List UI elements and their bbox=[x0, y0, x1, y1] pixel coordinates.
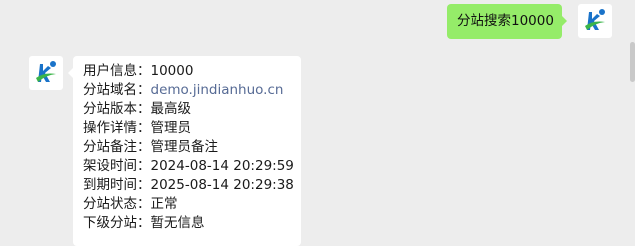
info-row-operation: 操作详情：管理员 bbox=[83, 119, 301, 138]
info-row-domain: 分站域名：demo.jindianhuo.cn bbox=[83, 81, 301, 100]
info-value: 正常 bbox=[150, 196, 178, 212]
info-value: 10000 bbox=[150, 63, 194, 79]
info-value: 最高级 bbox=[150, 101, 192, 117]
info-value: 2024-08-14 20:29:59 bbox=[150, 158, 294, 174]
user-avatar[interactable] bbox=[578, 4, 612, 38]
info-row-expire-time: 到期时间：2025-08-14 20:29:38 bbox=[83, 176, 301, 195]
info-row-version: 分站版本：最高级 bbox=[83, 100, 301, 119]
info-label: 分站备注： bbox=[83, 139, 151, 155]
info-row-subsites: 下级分站：暂无信息 bbox=[83, 214, 301, 233]
info-row-remark: 分站备注：管理员备注 bbox=[83, 138, 301, 157]
info-label: 下级分站： bbox=[83, 215, 151, 231]
domain-link[interactable]: demo.jindianhuo.cn bbox=[151, 82, 284, 98]
info-row-user: 用户信息：10000 bbox=[83, 62, 301, 81]
info-label: 分站状态： bbox=[83, 196, 151, 212]
reply-message-bubble[interactable]: 用户信息：10000 分站域名：demo.jindianhuo.cn 分站版本：… bbox=[68, 56, 301, 246]
info-label: 操作详情： bbox=[83, 120, 151, 136]
info-label: 到期时间： bbox=[83, 177, 151, 193]
info-value: 暂无信息 bbox=[150, 215, 205, 231]
info-value: 管理员 bbox=[150, 120, 192, 136]
info-label: 分站域名： bbox=[83, 82, 151, 98]
sent-message-bubble[interactable]: 分站搜索10000 bbox=[447, 4, 567, 39]
jindianhuo-logo-icon bbox=[36, 61, 56, 82]
scrollbar-thumb[interactable] bbox=[630, 42, 635, 82]
info-row-status: 分站状态：正常 bbox=[83, 195, 301, 214]
info-label: 分站版本： bbox=[83, 101, 151, 117]
chat-scrollbar[interactable] bbox=[629, 0, 635, 241]
info-label: 用户信息： bbox=[83, 63, 151, 79]
sent-message-text: 分站搜索10000 bbox=[457, 13, 554, 29]
info-value: 管理员备注 bbox=[150, 139, 219, 155]
info-row-setup-time: 架设时间：2024-08-14 20:29:59 bbox=[83, 157, 301, 176]
jindianhuo-logo-icon bbox=[585, 9, 605, 30]
bot-avatar[interactable] bbox=[29, 56, 63, 90]
info-label: 架设时间： bbox=[83, 158, 151, 174]
info-value: 2025-08-14 20:29:38 bbox=[150, 177, 294, 193]
